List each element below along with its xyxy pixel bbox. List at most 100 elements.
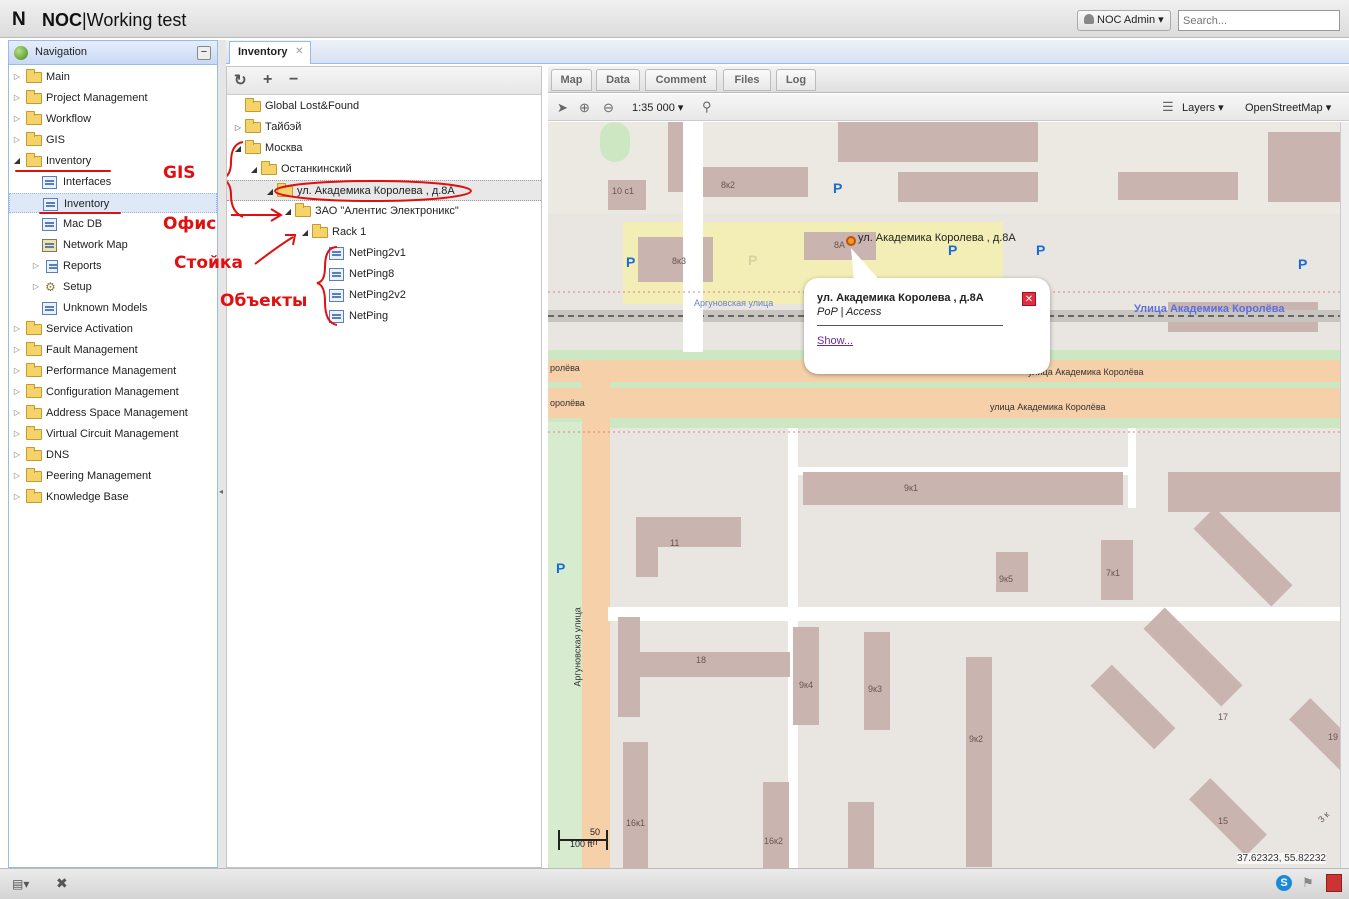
tree-node-netping8[interactable]: NetPing8 — [227, 264, 541, 285]
zoom-in-icon[interactable]: ⊕ — [579, 100, 590, 116]
tree-node-korolev-8a[interactable]: ◢ ул. Академика Королева , д.8А — [227, 180, 541, 201]
nav-item-virtual-circuit-management[interactable]: ▷ Virtual Circuit Management — [9, 424, 217, 444]
map-label: 7к1 — [1106, 568, 1120, 578]
nav-item-setup[interactable]: ▷ ⚙ Setup — [9, 277, 217, 297]
skype-icon[interactable]: S — [1276, 875, 1292, 891]
nav-item-dns[interactable]: ▷ DNS — [9, 445, 217, 465]
tree-node-moscow[interactable]: ◢ Москва — [227, 138, 541, 159]
tab-comment[interactable]: Comment — [645, 69, 717, 91]
tab-map[interactable]: Map — [551, 69, 592, 91]
nav-item-peering-management[interactable]: ▷ Peering Management — [9, 466, 217, 486]
parking-icon: P — [833, 180, 843, 196]
pop-marker-icon[interactable] — [846, 236, 856, 246]
nav-item-configuration-management[interactable]: ▷ Configuration Management — [9, 382, 217, 402]
remove-icon[interactable]: − — [289, 71, 298, 89]
collapse-arrow-icon[interactable]: ◢ — [300, 222, 310, 243]
tree-node-rack-1[interactable]: ◢ Rack 1 — [227, 222, 541, 243]
map-scrollbar[interactable] — [1341, 122, 1349, 868]
tree-node-ostankinsky[interactable]: ◢ Останкинский — [227, 159, 541, 180]
nav-item-fault-management[interactable]: ▷ Fault Management — [9, 340, 217, 360]
street-label: улица Академика Королёва — [990, 402, 1106, 412]
expand-arrow-icon[interactable]: ▷ — [12, 403, 22, 423]
close-icon[interactable]: ✕ — [295, 42, 303, 62]
tab-files[interactable]: Files — [723, 69, 771, 91]
grid-icon — [42, 302, 57, 315]
collapse-arrow-icon[interactable]: ◢ — [12, 151, 22, 171]
folder-icon — [26, 363, 42, 377]
app-header: N NOC|Working test NOC Admin ▾ — [0, 0, 1349, 38]
nav-item-unknown-models[interactable]: Unknown Models — [9, 298, 217, 318]
scale-selector[interactable]: 1:35 000 ▾ — [632, 101, 683, 114]
tree-node-alentis[interactable]: ◢ ЗАО "Алентис Электроникс" — [227, 201, 541, 222]
expand-arrow-icon[interactable]: ▷ — [12, 67, 22, 87]
tab-log[interactable]: Log — [776, 69, 816, 91]
base-layer-button[interactable]: OpenStreetMap ▾ — [1245, 101, 1331, 114]
user-menu-button[interactable]: NOC Admin ▾ — [1077, 10, 1171, 31]
folder-icon — [26, 405, 42, 419]
search-input[interactable] — [1178, 10, 1340, 31]
layers-button[interactable]: Layers ▾ — [1182, 101, 1224, 114]
alert-icon[interactable] — [1326, 874, 1342, 892]
nav-item-network-map[interactable]: Network Map — [9, 235, 217, 255]
tree-node-netping2v1[interactable]: NetPing2v1 — [227, 243, 541, 264]
wrench-icon: ⚙ — [45, 280, 56, 294]
collapse-button[interactable]: − — [197, 46, 211, 60]
marker-icon[interactable]: ⚲ — [702, 99, 712, 115]
refresh-icon[interactable]: ↻ — [234, 71, 247, 89]
collapse-arrow-icon[interactable]: ◢ — [233, 138, 243, 159]
nav-item-inventory-selected[interactable]: Inventory — [9, 193, 217, 213]
folder-icon — [26, 69, 42, 83]
expand-arrow-icon[interactable]: ▷ — [12, 445, 22, 465]
tree-node-taipei[interactable]: ▷ Тайбэй — [227, 117, 541, 138]
collapse-arrow-icon[interactable]: ◢ — [265, 181, 275, 202]
expand-arrow-icon[interactable]: ▷ — [233, 117, 243, 138]
tools-icon[interactable]: ✖ — [56, 875, 68, 892]
nav-item-workflow[interactable]: ▷ Workflow — [9, 109, 217, 129]
zoom-out-icon[interactable]: ⊖ — [603, 100, 614, 116]
nav-item-service-activation[interactable]: ▷ Service Activation — [9, 319, 217, 339]
add-icon[interactable]: + — [263, 71, 272, 89]
map-label: 11 — [670, 538, 680, 548]
expand-arrow-icon[interactable]: ▷ — [12, 109, 22, 129]
street-label: Аргуновская улица — [572, 607, 583, 687]
expand-arrow-icon[interactable]: ▷ — [12, 361, 22, 381]
flag-icon[interactable]: ⚑ — [1302, 875, 1314, 891]
tab-data[interactable]: Data — [596, 69, 640, 91]
map-label: 10 с1 — [612, 186, 635, 196]
tab-inventory[interactable]: Inventory ✕ — [229, 41, 311, 64]
collapse-arrow-icon[interactable]: ◢ — [283, 201, 293, 222]
expand-arrow-icon[interactable]: ▷ — [12, 130, 22, 150]
folder-icon — [26, 342, 42, 356]
panel-splitter[interactable]: ◂ — [218, 40, 226, 868]
expand-arrow-icon[interactable]: ▷ — [12, 424, 22, 444]
locate-icon[interactable]: ➤ — [557, 100, 568, 116]
tree-node-global-lost-found[interactable]: Global Lost&Found — [227, 96, 541, 117]
popup-title: ул. Академика Королева , д.8А — [817, 292, 984, 304]
expand-arrow-icon[interactable]: ▷ — [12, 340, 22, 360]
collapse-arrow-icon[interactable]: ◢ — [249, 159, 259, 180]
map-view[interactable]: 10 с1 8к2 8к3 8А 9к1 11 9к5 7к1 18 9к4 9… — [548, 122, 1341, 868]
nav-item-performance-management[interactable]: ▷ Performance Management — [9, 361, 217, 381]
layers-icon: ☰ — [1162, 99, 1174, 114]
noc-logo-icon: N — [12, 9, 26, 30]
popup-close-icon[interactable]: ✕ — [1022, 292, 1036, 306]
parking-icon: P — [626, 254, 636, 270]
nav-item-main[interactable]: ▷ Main — [9, 67, 217, 87]
expand-arrow-icon[interactable]: ▷ — [12, 382, 22, 402]
nav-item-knowledge-base[interactable]: ▷ Knowledge Base — [9, 487, 217, 507]
expand-arrow-icon[interactable]: ▷ — [31, 277, 41, 297]
nav-item-project-management[interactable]: ▷ Project Management — [9, 88, 217, 108]
popup-show-link[interactable]: Show... — [817, 335, 853, 347]
folder-icon — [26, 111, 42, 125]
expand-arrow-icon[interactable]: ▷ — [31, 256, 41, 276]
expand-arrow-icon[interactable]: ▷ — [12, 466, 22, 486]
folder-icon — [26, 426, 42, 440]
nav-item-gis[interactable]: ▷ GIS — [9, 130, 217, 150]
map-label: 19 — [1328, 732, 1339, 742]
expand-arrow-icon[interactable]: ▷ — [12, 319, 22, 339]
folder-icon — [26, 321, 42, 335]
chat-icon[interactable]: ▤▾ — [12, 877, 29, 891]
nav-item-address-space-management[interactable]: ▷ Address Space Management — [9, 403, 217, 423]
expand-arrow-icon[interactable]: ▷ — [12, 88, 22, 108]
expand-arrow-icon[interactable]: ▷ — [12, 487, 22, 507]
